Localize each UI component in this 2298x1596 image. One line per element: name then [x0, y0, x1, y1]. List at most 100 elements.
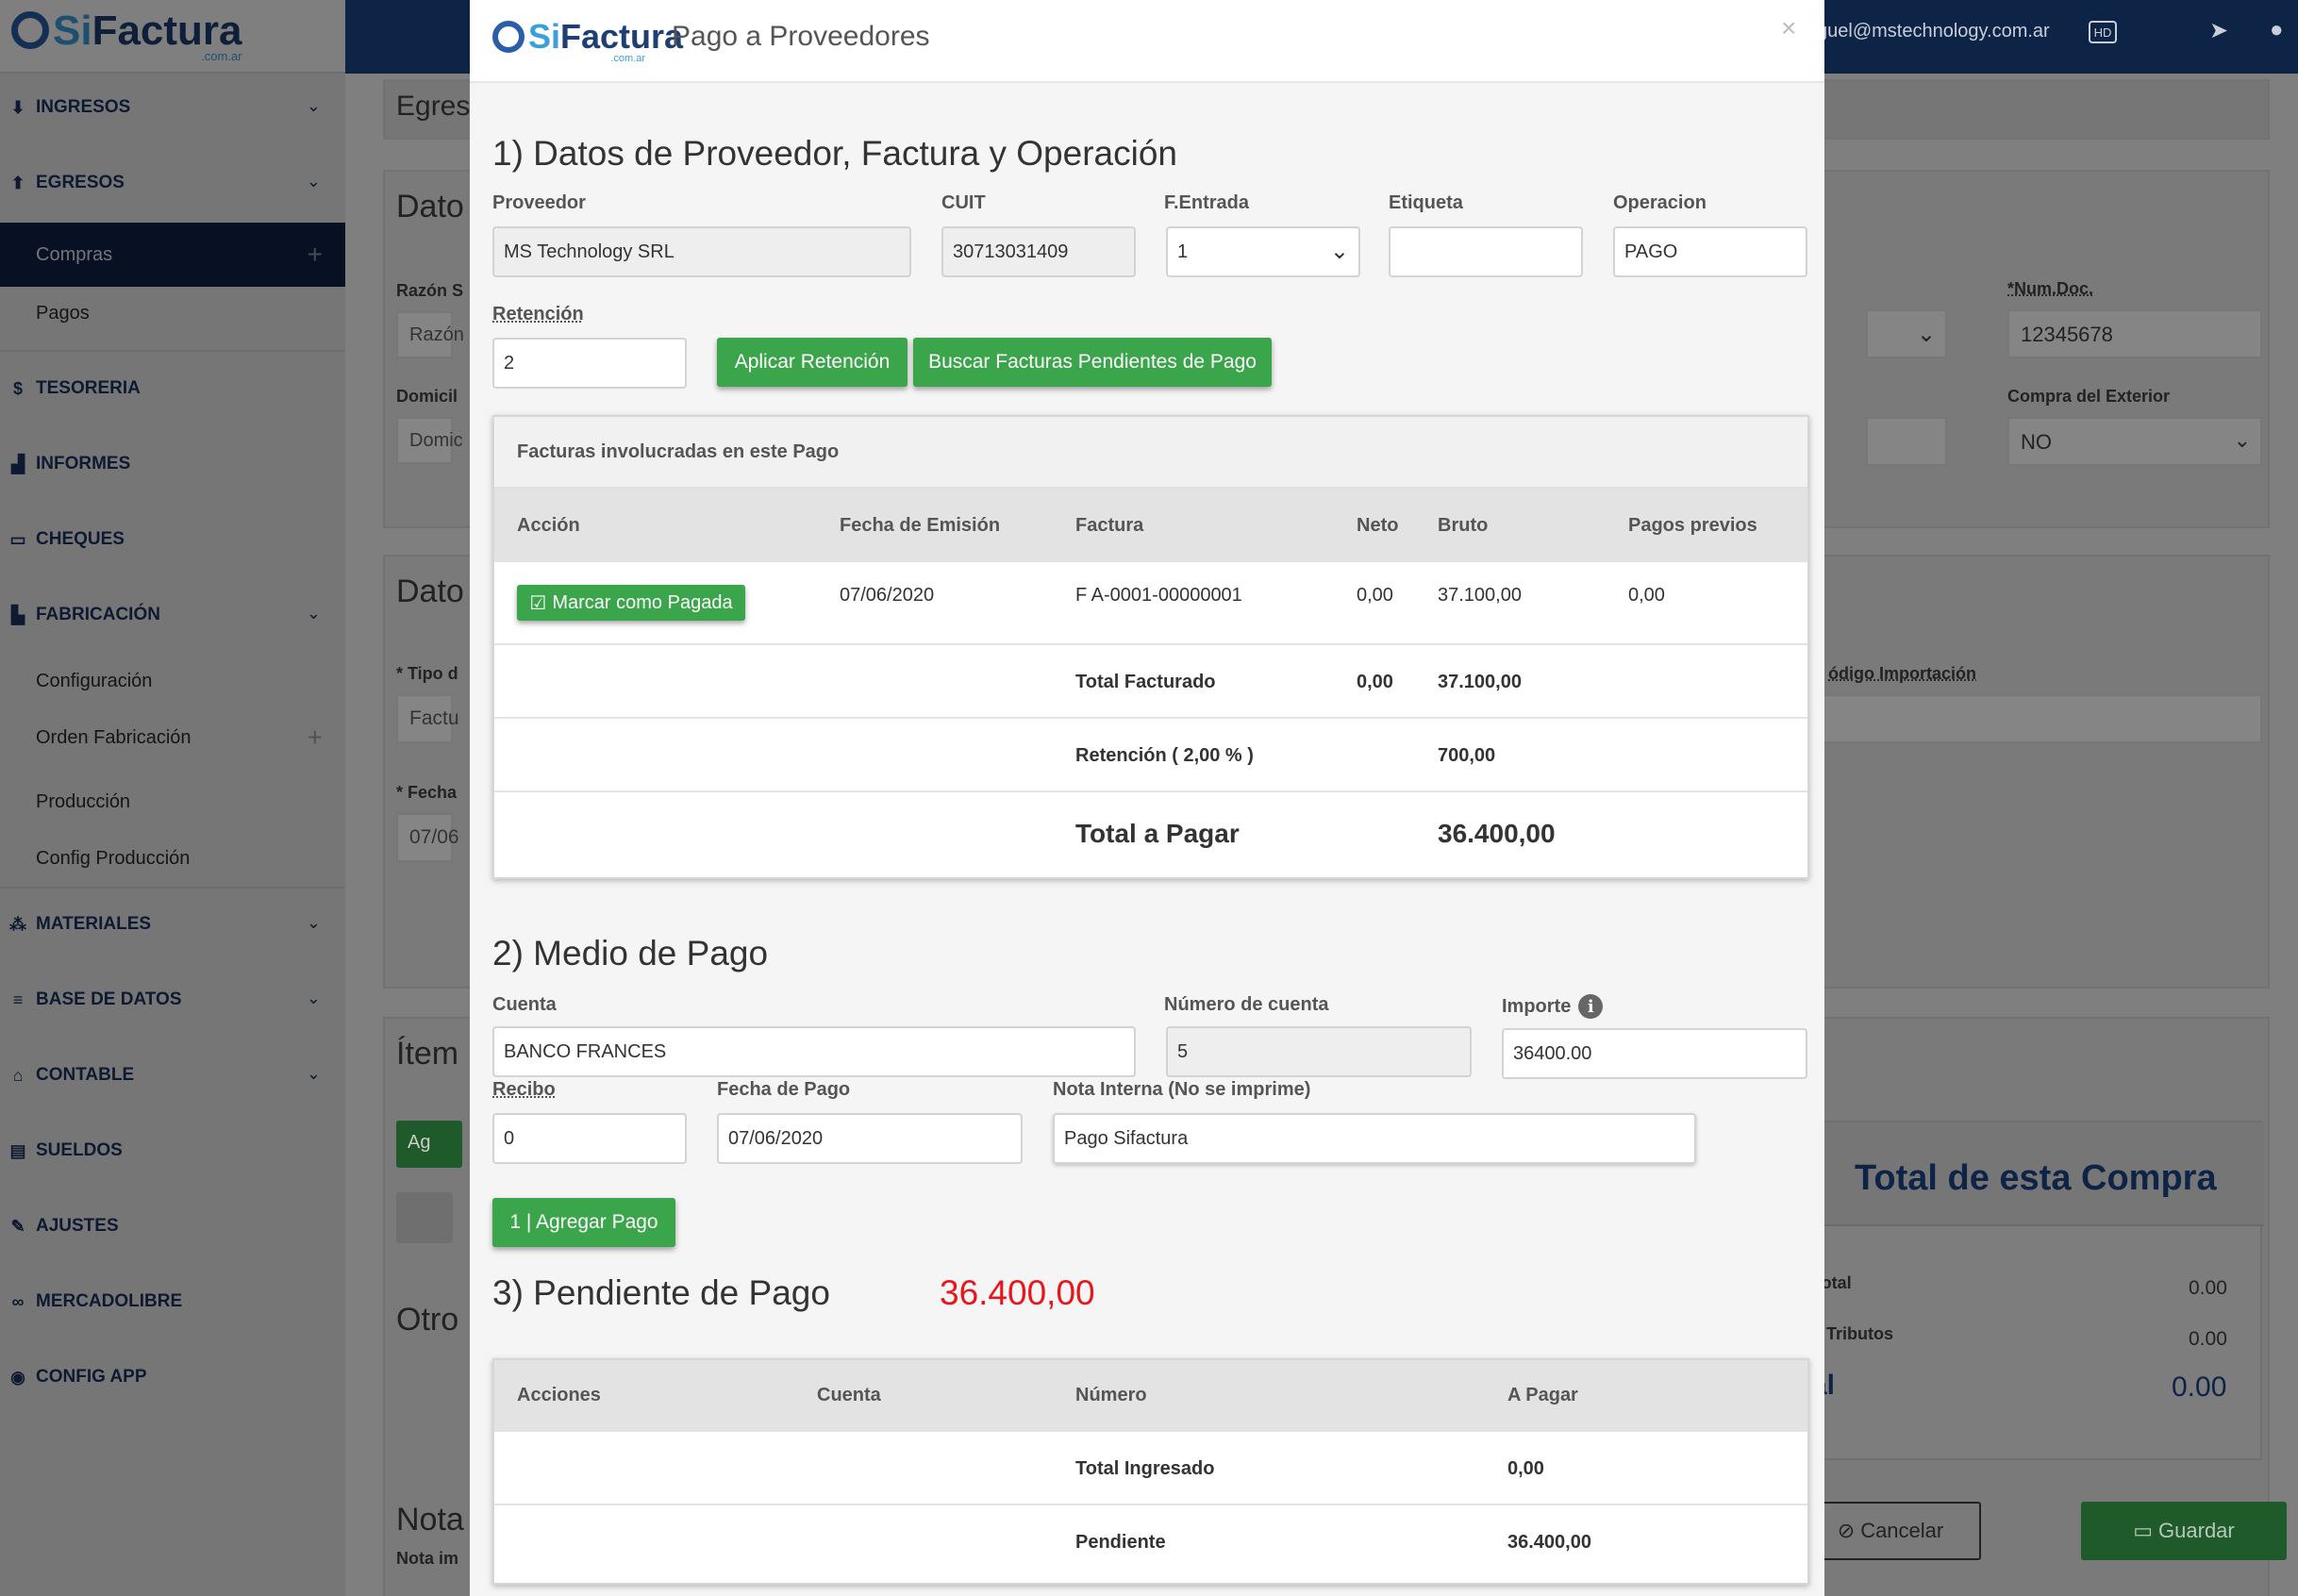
cell-neto: 0,00: [1357, 585, 1393, 606]
nota-interna-value: Pago Sifactura: [1064, 1127, 1189, 1149]
nota-interna-input[interactable]: Pago Sifactura: [1053, 1113, 1696, 1164]
cuit-label: CUIT: [941, 192, 986, 213]
numcuenta-input[interactable]: 5: [1166, 1026, 1472, 1077]
numdoc-value: 12345678: [2021, 323, 2113, 346]
breadcrumb-text: Egres: [396, 91, 471, 122]
retencion-row-label: Retención ( 2,00 % ): [1075, 745, 1254, 766]
save-button[interactable]: ▭ Guardar: [2081, 1502, 2287, 1560]
retencion-input[interactable]: 2: [492, 338, 687, 389]
save-icon: ▭: [2133, 1519, 2154, 1542]
add-item-label: Ag: [408, 1132, 431, 1153]
facturas-panel: Facturas involucradas en este Pago Acció…: [492, 415, 1809, 879]
numdoc-input[interactable]: 12345678: [2007, 309, 2262, 358]
add-item-button[interactable]: Ag: [396, 1121, 462, 1168]
razon-placeholder: Razón: [409, 324, 464, 345]
total-ingresado-label: Total Ingresado: [1075, 1458, 1215, 1479]
fecha-value: 07/06: [409, 826, 459, 848]
tipo-value: Factu: [409, 707, 459, 729]
chevron-down-icon: ⌄: [2233, 428, 2251, 452]
etiqueta-label: Etiqueta: [1389, 192, 1463, 213]
domicilio-placeholder: Domic: [409, 430, 463, 451]
codimp-input[interactable]: [1809, 694, 2262, 743]
cancel-button[interactable]: ⊘ Cancelar: [1800, 1502, 1981, 1560]
recibo-label: Recibo: [492, 1079, 556, 1100]
proveedor-value: MS Technology SRL: [504, 241, 674, 262]
close-icon[interactable]: ×: [1781, 13, 1796, 43]
chevron-down-icon[interactable]: ⌄: [1866, 309, 1947, 358]
hd-icon[interactable]: HD: [2089, 21, 2117, 43]
razon-input[interactable]: Razón: [396, 311, 464, 358]
cell-factura: F A-0001-00000001: [1075, 585, 1242, 606]
retencion-value: 2: [504, 352, 515, 374]
fecha-input[interactable]: 07/06: [396, 813, 459, 862]
marcar-pagada-button[interactable]: ☑ Marcar como Pagada: [517, 585, 745, 621]
operacion-input[interactable]: PAGO: [1613, 226, 1807, 277]
col-factura: Factura: [1075, 515, 1144, 536]
pendiente-value: 36.400,00: [1507, 1532, 1591, 1553]
total-facturado-neto: 0,00: [1357, 672, 1393, 692]
total-pagar-row: Total a Pagar 36.400,00: [494, 792, 1807, 877]
operacion-label: Operacion: [1613, 192, 1707, 213]
fechapago-input[interactable]: 07/06/2020: [717, 1113, 1023, 1164]
total-pagar-value: 36.400,00: [1438, 819, 1556, 848]
field-label: Domicil: [396, 387, 458, 406]
numdoc-label: *Num.Doc.: [2007, 279, 2094, 298]
total-value: 0.00: [2172, 1372, 2227, 1403]
cancel-icon: ⊘: [1837, 1519, 1856, 1542]
fentrada-label: F.Entrada: [1164, 192, 1250, 213]
cuenta-input[interactable]: BANCO FRANCES: [492, 1026, 1136, 1077]
pendiente-panel: Acciones Cuenta Número A Pagar Total Ing…: [492, 1358, 1809, 1585]
subtotal-value: 0.00: [2189, 1277, 2227, 1299]
col-neto: Neto: [1357, 515, 1399, 536]
modal-header: SiFactura .com.ar Pago a Proveedores ×: [470, 0, 1824, 83]
paper-plane-icon[interactable]: ➤: [2209, 17, 2228, 44]
pendiente-amount: 36.400,00: [940, 1273, 1095, 1312]
agregar-pago-label: 1 | Agregar Pago: [509, 1211, 658, 1233]
buscar-facturas-button[interactable]: Buscar Facturas Pendientes de Pago: [913, 338, 1272, 387]
aplicar-retencion-button[interactable]: Aplicar Retención: [717, 338, 908, 387]
fentrada-select[interactable]: 1 ⌄: [1166, 226, 1360, 277]
total-ingresado-row: Total Ingresado 0,00: [494, 1432, 1807, 1505]
cancel-label: Cancelar: [1860, 1519, 1944, 1542]
etiqueta-input[interactable]: [1389, 226, 1583, 277]
modal-backdrop[interactable]: [0, 0, 345, 1596]
pendiente-label: Pendiente: [1075, 1532, 1166, 1553]
field-label: * Tipo d: [396, 664, 458, 683]
aplicar-retencion-label: Aplicar Retención: [734, 351, 891, 373]
domicilio-input[interactable]: Domic: [396, 417, 463, 464]
col-fecha-emision: Fecha de Emisión: [840, 515, 1001, 536]
cuit-input[interactable]: 30713031409: [941, 226, 1136, 277]
exterior-select[interactable]: NO ⌄: [2007, 417, 2262, 466]
section-2-title: 2) Medio de Pago: [492, 934, 769, 973]
pendiente-row: Pendiente 36.400,00: [494, 1505, 1807, 1581]
total-ingresado-value: 0,00: [1507, 1458, 1544, 1479]
proveedor-input[interactable]: MS Technology SRL: [492, 226, 911, 277]
bg-input[interactable]: [1866, 417, 1947, 466]
section-3-title: 3) Pendiente de Pago: [492, 1273, 830, 1312]
total-facturado-row: Total Facturado 0,00 37.100,00: [494, 645, 1807, 719]
info-icon[interactable]: i: [1578, 994, 1604, 1019]
hd-label: HD: [2093, 25, 2112, 40]
operacion-value: PAGO: [1624, 241, 1678, 262]
cuit-value: 30713031409: [953, 241, 1069, 262]
tipo-select[interactable]: Factu: [396, 694, 459, 743]
proveedor-label: Proveedor: [492, 192, 586, 213]
agregar-pago-button[interactable]: 1 | Agregar Pago: [492, 1198, 675, 1247]
fechapago-value: 07/06/2020: [728, 1127, 824, 1149]
total-pagar-label: Total a Pagar: [1075, 819, 1240, 848]
card-title: Ítem: [396, 1036, 459, 1072]
col-cuenta: Cuenta: [817, 1385, 881, 1405]
col-a-pagar: A Pagar: [1507, 1385, 1578, 1405]
check-square-icon: ☑: [529, 592, 547, 614]
card-title: Dato: [396, 574, 464, 609]
field-label: Razón S: [396, 281, 464, 300]
importe-input[interactable]: 36400.00: [1502, 1028, 1807, 1079]
retencion-label: Retención: [492, 304, 584, 324]
table-row: ☑ Marcar como Pagada 07/06/2020 F A-0001-…: [494, 562, 1807, 645]
recibo-input[interactable]: 0: [492, 1113, 687, 1164]
facturas-table-header: Acción Fecha de Emisión Factura Neto Bru…: [494, 489, 1807, 562]
exterior-value: NO: [2021, 430, 2052, 454]
user-email[interactable]: guel@mstechnology.com.ar: [1817, 21, 2050, 42]
user-icon[interactable]: ●: [2270, 17, 2284, 43]
total-facturado-label: Total Facturado: [1075, 672, 1216, 692]
